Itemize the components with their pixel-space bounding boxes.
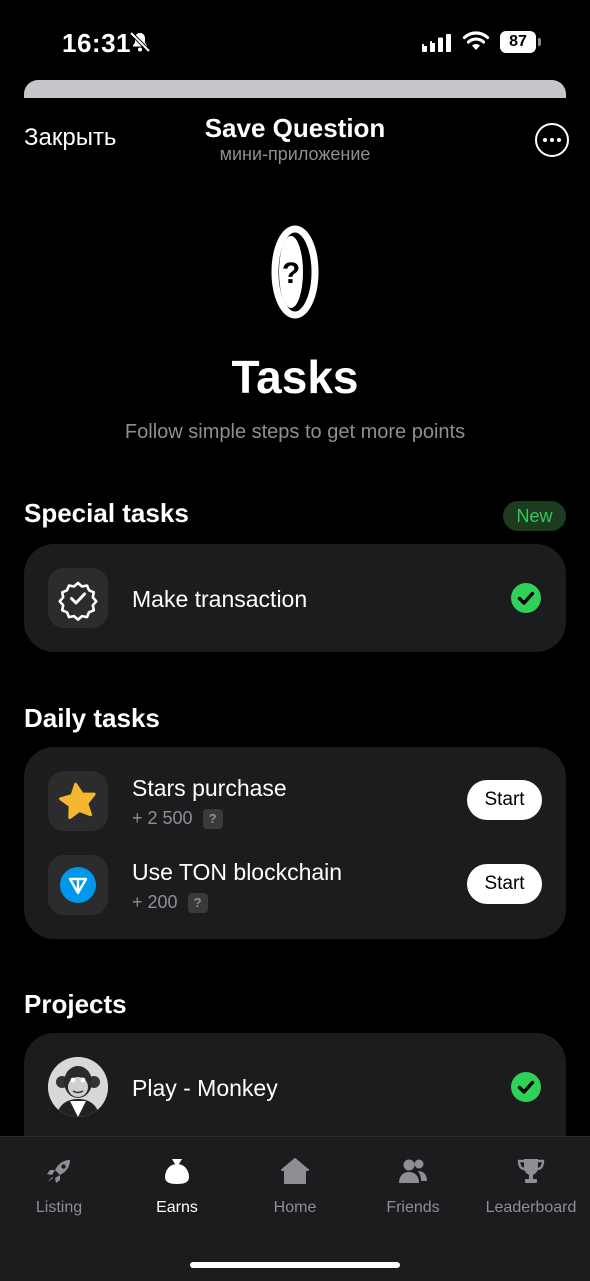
status-time: 16:31 — [62, 28, 131, 58]
tab-label: Home — [273, 1199, 317, 1216]
reward-info-icon[interactable]: ? — [187, 893, 208, 914]
svg-text:?: ? — [282, 257, 300, 290]
special-tasks-heading: Special tasks — [24, 498, 189, 528]
reward-points: + 200 — [132, 892, 178, 912]
task-reward: + 200? — [132, 892, 208, 914]
task-row[interactable]: Stars purchase + 2 500? Start — [24, 747, 566, 843]
battery-level: 87 — [500, 31, 536, 53]
rocket-icon — [47, 1160, 70, 1183]
completed-check-icon — [511, 1072, 541, 1102]
bottom-tab-bar: Listing Earns Home Friends Leaderboard — [0, 1136, 590, 1281]
more-dot — [543, 138, 547, 142]
task-row[interactable]: Use TON blockchain + 200? Start — [24, 831, 566, 927]
task-reward: + 2 500? — [132, 808, 223, 830]
star-icon — [48, 771, 108, 831]
ton-logo-icon — [48, 855, 108, 915]
question-coin-icon: ? — [271, 225, 319, 319]
daily-tasks-card: Stars purchase + 2 500? Start Use TON bl… — [24, 747, 566, 939]
new-badge: New — [503, 501, 566, 531]
home-icon — [281, 1158, 309, 1184]
start-button[interactable]: Start — [467, 864, 542, 904]
tab-label: Leaderboard — [485, 1199, 577, 1216]
app-subtitle: мини-приложение — [219, 144, 371, 164]
projects-heading: Projects — [24, 989, 127, 1019]
page-subtitle: Follow simple steps to get more points — [124, 421, 466, 443]
wifi-icon — [462, 31, 490, 50]
monkey-avatar — [48, 1057, 108, 1117]
tab-label: Earns — [156, 1199, 198, 1216]
tab-home[interactable]: Home — [236, 1137, 354, 1247]
money-bag-icon — [165, 1159, 189, 1184]
completed-check-icon — [511, 583, 541, 613]
reward-points: + 2 500 — [132, 808, 193, 828]
tab-friends[interactable]: Friends — [354, 1137, 472, 1247]
reward-info-icon[interactable]: ? — [202, 809, 223, 830]
project-title: Play - Monkey — [132, 1075, 278, 1101]
tab-leaderboard[interactable]: Leaderboard — [472, 1137, 590, 1247]
sheet-background-edge — [24, 80, 566, 98]
more-options-button[interactable] — [535, 123, 569, 157]
start-button[interactable]: Start — [467, 780, 542, 820]
verified-badge-icon — [48, 568, 108, 628]
friends-icon — [399, 1159, 427, 1183]
battery-indicator: 87 — [500, 31, 542, 53]
project-row[interactable]: Play - Monkey — [24, 1033, 566, 1143]
tab-listing[interactable]: Listing — [0, 1137, 118, 1247]
tab-label: Listing — [35, 1199, 83, 1216]
bell-muted-icon — [129, 31, 151, 53]
daily-tasks-heading: Daily tasks — [24, 703, 160, 733]
tab-label: Friends — [386, 1199, 440, 1216]
home-indicator[interactable] — [190, 1262, 400, 1268]
special-tasks-card: Make transaction — [24, 544, 566, 652]
more-dot — [550, 138, 554, 142]
task-row[interactable]: Make transaction — [24, 544, 566, 652]
task-title: Use TON blockchain — [132, 859, 343, 885]
battery-cap — [538, 38, 541, 46]
cellular-signal-icon — [422, 34, 451, 52]
trophy-icon — [517, 1159, 545, 1183]
task-title: Stars purchase — [132, 775, 287, 801]
app-title: Save Question — [204, 113, 386, 143]
tab-earns[interactable]: Earns — [118, 1137, 236, 1247]
page-title: Tasks — [231, 351, 359, 403]
task-title: Make transaction — [132, 586, 308, 612]
more-dot — [557, 138, 561, 142]
